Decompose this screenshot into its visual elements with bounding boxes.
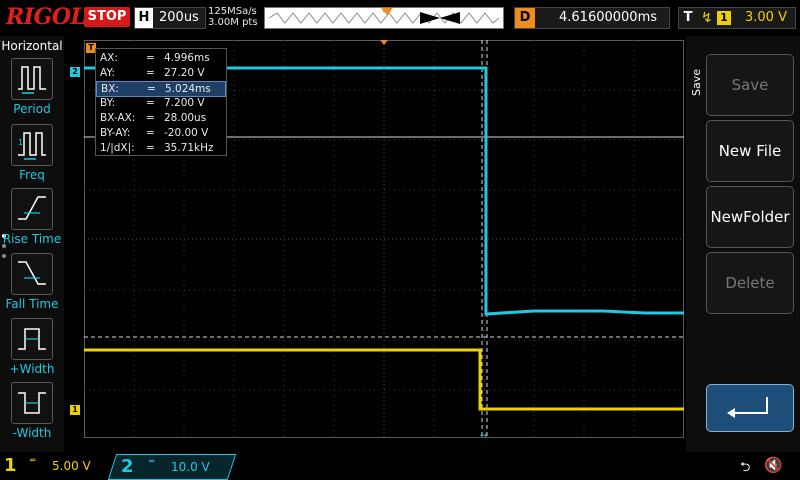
cursor-row-inverse-dx: 1/|dX|: = 35.71kHz [100, 142, 214, 154]
delay-label: D [515, 8, 535, 28]
freq-icon: 1 [11, 124, 53, 166]
positive-width-icon [11, 318, 53, 360]
svg-text:1: 1 [18, 138, 23, 147]
ch1-coupling-icon: ═ [30, 456, 36, 466]
horizontal-delay-display[interactable]: D 4.61600000ms [514, 7, 670, 29]
cursor-readout: AX: = 4.996ms AY: = 27.20 V BX: = 5.024ms BY: =… [95, 48, 227, 156]
cursor-row-ax: AX: = 4.996ms [100, 52, 210, 64]
memory-overview-waveform [268, 8, 500, 24]
cursor-bottom-marker: ↔ [480, 431, 488, 438]
measure-item-label: Period [13, 102, 51, 116]
sample-rate: 125MSa/s [208, 6, 257, 17]
save-menu-title: Save [690, 68, 703, 96]
falling-edge-icon: ↯ [701, 10, 713, 26]
measure-menu-title: Horizontal [1, 39, 63, 53]
period-icon [11, 58, 53, 100]
new-folder-button[interactable]: NewFolder [706, 186, 794, 248]
ch1-scale: 5.00 V [52, 459, 91, 473]
ch2-status[interactable]: 2 ═ 10.0 V [107, 454, 237, 480]
trigger-source: 1 [717, 11, 731, 25]
cursor-row-by-ay: BY-AY: = -20.00 V [100, 127, 209, 139]
rigol-logo: RIGOL [6, 4, 86, 30]
trigger-level: 3.00 V [745, 10, 787, 25]
return-icon [727, 397, 768, 418]
return-button[interactable] [706, 384, 794, 432]
cursor-row-ay: AY: = 27.20 V [100, 67, 205, 79]
measure-item-period[interactable]: Period [0, 58, 64, 122]
ch2-number: 2 [121, 456, 134, 477]
timebase-display[interactable]: H 200us [134, 7, 206, 29]
measure-item-rise-time[interactable]: Rise Time [0, 188, 64, 252]
cursor-row-bx-ax: BX-AX: = 28.00us [100, 112, 207, 124]
trigger-display[interactable]: T ↯ 1 3.00 V [678, 7, 796, 29]
measure-item-fall-time[interactable]: Fall Time [0, 253, 64, 317]
measure-item-label: +Width [9, 362, 55, 376]
delay-value: 4.61600000ms [559, 10, 658, 25]
trigger-position-marker [380, 40, 388, 45]
ch2-coupling-icon: ═ [149, 457, 155, 467]
save-button[interactable]: Save [706, 54, 794, 116]
acquisition-info: 125MSa/s 3.00M pts [208, 6, 258, 28]
ch1-offset-marker[interactable]: 1 [70, 405, 80, 415]
timebase-value: 200us [159, 10, 199, 25]
memory-overview-bar[interactable] [264, 7, 504, 29]
measure-menu: Horizontal Period 1 Freq Rise Time Fall … [0, 36, 64, 452]
cursor-row-bx-selected[interactable]: BX: = 5.024ms [96, 81, 226, 97]
ch1-status[interactable]: 1 ═ 5.00 V [4, 454, 100, 478]
measure-item-freq[interactable]: 1 Freq [0, 124, 64, 188]
rise-time-icon [11, 188, 53, 230]
delete-button[interactable]: Delete [706, 252, 794, 314]
timebase-label: H [135, 8, 153, 28]
run-stop-status[interactable]: STOP [84, 7, 130, 27]
new-file-button[interactable]: New File [706, 120, 794, 182]
measure-item-label: Rise Time [2, 232, 62, 246]
memory-position-marker [381, 8, 393, 15]
negative-width-icon [11, 382, 53, 424]
measure-item-negative-width[interactable]: -Width [0, 382, 64, 446]
ch2-scale: 10.0 V [171, 460, 210, 474]
usb-icon: ⮌ [740, 460, 751, 475]
trigger-label: T [683, 10, 693, 25]
ch1-number: 1 [4, 455, 17, 476]
ch2-offset-marker[interactable]: 2 [70, 67, 80, 77]
measure-item-label: Freq [19, 168, 45, 182]
fall-time-icon [11, 253, 53, 295]
measure-item-positive-width[interactable]: +Width [0, 318, 64, 382]
speaker-muted-icon[interactable]: 🔇 [764, 456, 783, 474]
measure-item-label: -Width [12, 426, 52, 440]
cursor-row-by: BY: = 7.200 V [100, 97, 205, 109]
measure-item-label: Fall Time [5, 297, 59, 311]
memory-depth: 3.00M pts [208, 17, 258, 28]
